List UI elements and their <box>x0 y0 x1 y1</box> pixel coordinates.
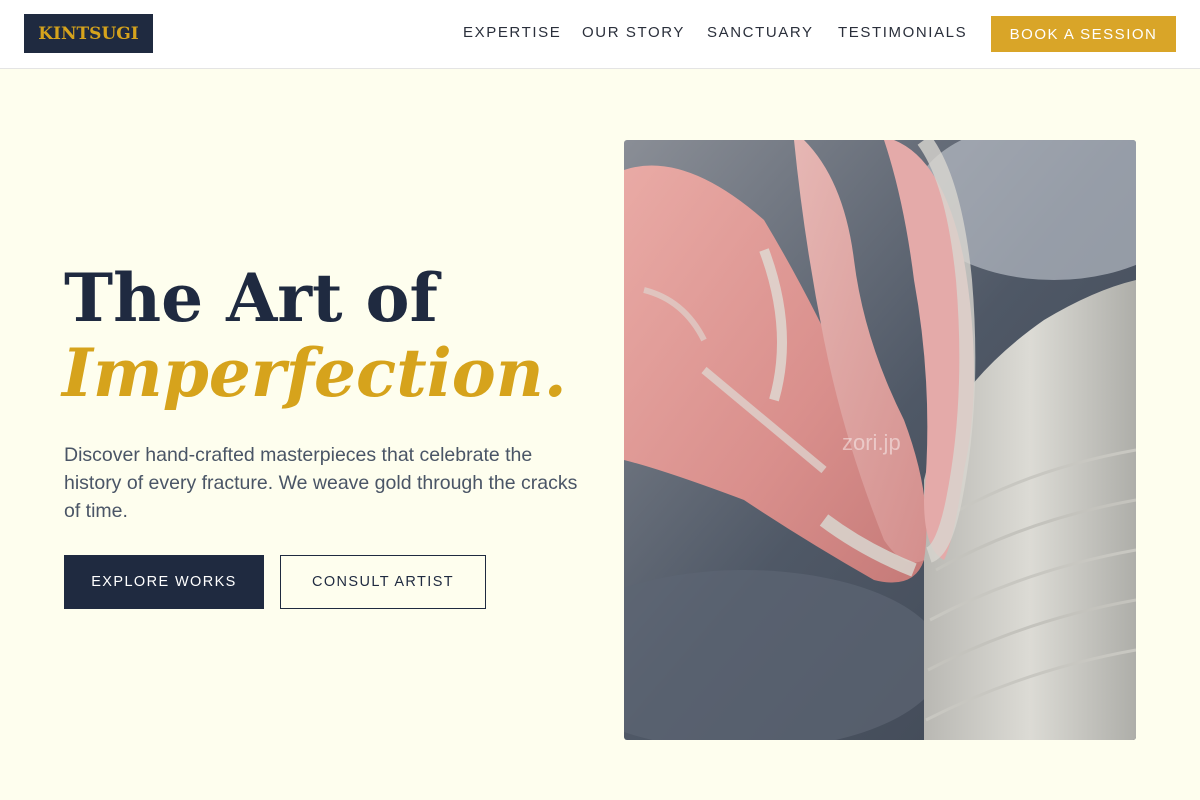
hero-title-line2: Imperfection. <box>62 334 567 412</box>
nav-link-our-story[interactable]: OUR STORY <box>582 24 685 41</box>
nav-link-testimonials[interactable]: TESTIMONIALS <box>838 24 967 41</box>
logo-text: KINTSUGI <box>38 23 139 44</box>
consult-artist-button[interactable]: CONSULT ARTIST <box>280 555 486 609</box>
image-watermark: zori.jp <box>842 430 901 455</box>
book-session-button[interactable]: BOOK A SESSION <box>991 16 1176 52</box>
top-navbar: KINTSUGI EXPERTISE OUR STORY SANCTUARY T… <box>0 0 1200 69</box>
explore-works-button[interactable]: EXPLORE WORKS <box>64 555 264 609</box>
nav-link-expertise[interactable]: EXPERTISE <box>463 24 561 41</box>
hero-title-line1: The Art of <box>64 259 438 337</box>
nav-link-sanctuary[interactable]: SANCTUARY <box>707 24 814 41</box>
logo[interactable]: KINTSUGI <box>24 14 153 53</box>
hero-description: Discover hand-crafted masterpieces that … <box>64 444 578 522</box>
